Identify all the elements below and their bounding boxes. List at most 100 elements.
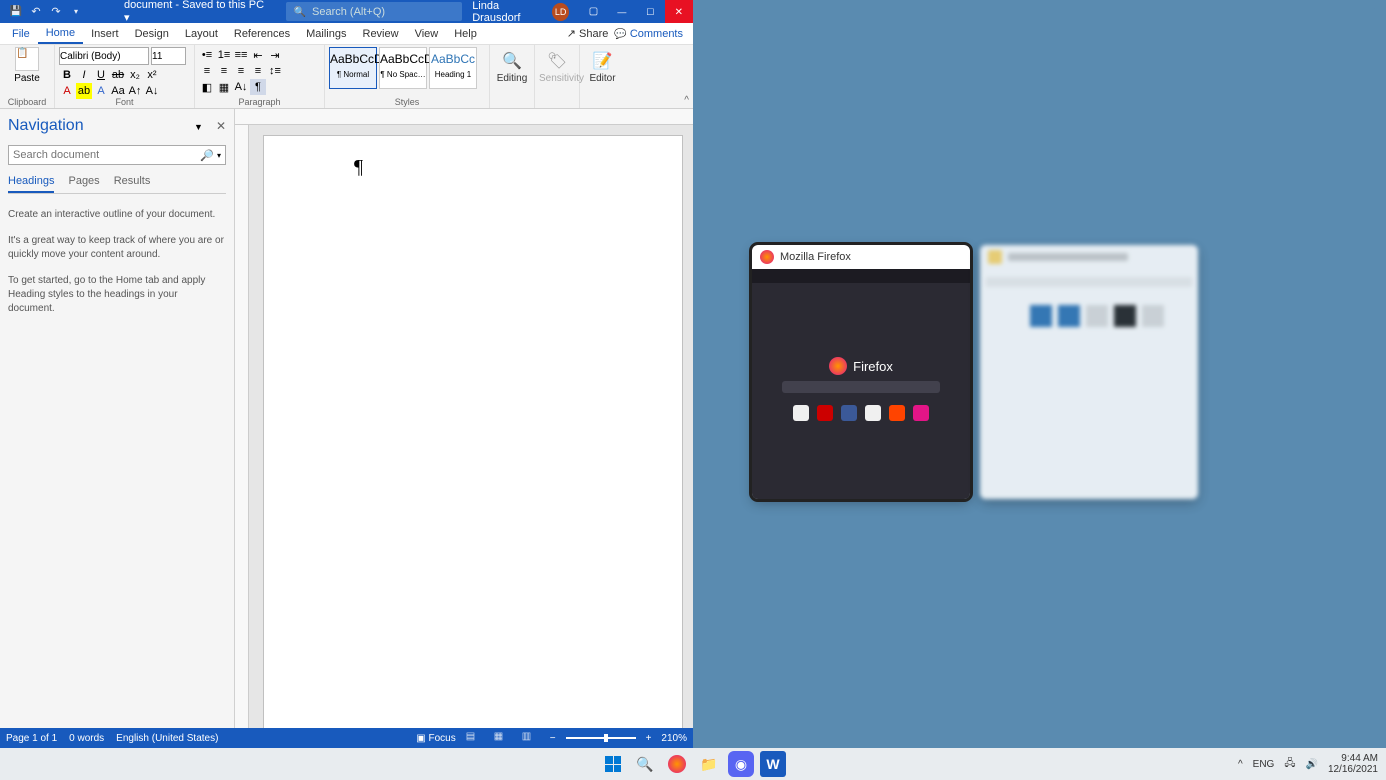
tab-help[interactable]: Help bbox=[446, 25, 485, 43]
ribbon-display-button[interactable]: ▢ bbox=[579, 0, 607, 23]
zoom-slider[interactable] bbox=[566, 737, 636, 739]
decrease-indent-button[interactable]: ⇤ bbox=[250, 47, 266, 63]
taskbar-firefox[interactable] bbox=[664, 751, 690, 777]
tray-language[interactable]: ENG bbox=[1253, 759, 1275, 770]
ribbon-group-editor[interactable]: 📝 Editor bbox=[580, 45, 625, 108]
increase-indent-button[interactable]: ⇥ bbox=[267, 47, 283, 63]
align-right-button[interactable]: ≡ bbox=[233, 63, 249, 79]
style-heading-1[interactable]: AaBbCc Heading 1 bbox=[429, 47, 477, 89]
justify-button[interactable]: ≡ bbox=[250, 63, 266, 79]
status-language[interactable]: English (United States) bbox=[116, 733, 218, 744]
vertical-ruler[interactable] bbox=[235, 125, 249, 728]
file-thumb bbox=[1030, 305, 1052, 327]
sort-button[interactable]: A↓ bbox=[233, 79, 249, 95]
style-no-spacing[interactable]: AaBbCcDd ¶ No Spac… bbox=[379, 47, 427, 89]
bullets-button[interactable]: •≡ bbox=[199, 47, 215, 63]
read-mode-button[interactable]: ▤ bbox=[466, 731, 484, 745]
search-box[interactable]: Search (Alt+Q) bbox=[286, 2, 463, 21]
qat-customize-icon[interactable] bbox=[68, 4, 84, 20]
align-left-button[interactable]: ≡ bbox=[199, 63, 215, 79]
nav-tab-pages[interactable]: Pages bbox=[68, 175, 99, 193]
maximize-button[interactable] bbox=[636, 0, 664, 23]
nav-search-field[interactable] bbox=[13, 149, 200, 161]
tray-chevron-icon[interactable]: ^ bbox=[1238, 759, 1243, 770]
document-page[interactable]: ¶ bbox=[263, 135, 683, 728]
italic-button[interactable]: I bbox=[76, 67, 92, 83]
close-button[interactable] bbox=[665, 0, 693, 23]
superscript-button[interactable]: x² bbox=[144, 67, 160, 83]
nav-help-text-1: Create an interactive outline of your do… bbox=[8, 208, 226, 222]
focus-mode-button[interactable]: ▣ Focus bbox=[416, 733, 455, 744]
nav-search-input[interactable]: 🔎▾ bbox=[8, 145, 226, 165]
shading-button[interactable]: ◧ bbox=[199, 79, 215, 95]
subscript-button[interactable]: x₂ bbox=[127, 67, 143, 83]
show-marks-button[interactable]: ¶ bbox=[250, 79, 266, 95]
zoom-in-button[interactable]: + bbox=[646, 733, 652, 744]
bold-button[interactable]: B bbox=[59, 67, 75, 83]
numbering-button[interactable]: 1≡ bbox=[216, 47, 232, 63]
comments-button[interactable]: Comments bbox=[614, 27, 683, 40]
tab-file[interactable]: File bbox=[4, 25, 38, 43]
menubar: File Home Insert Design Layout Reference… bbox=[0, 23, 693, 45]
zoom-out-button[interactable]: − bbox=[550, 733, 556, 744]
nav-tabs: Headings Pages Results bbox=[8, 175, 226, 194]
taskbar-word[interactable]: W bbox=[760, 751, 786, 777]
tray-volume-icon[interactable]: 🔊 bbox=[1305, 759, 1317, 770]
nav-tab-headings[interactable]: Headings bbox=[8, 175, 54, 193]
nav-help-text-3: To get started, go to the Home tab and a… bbox=[8, 274, 226, 316]
paste-button[interactable]: 📋 Paste bbox=[4, 47, 50, 84]
firefox-toolbar bbox=[752, 269, 970, 283]
snap-thumb-explorer[interactable] bbox=[980, 245, 1198, 499]
undo-icon[interactable] bbox=[28, 4, 44, 20]
tab-mailings[interactable]: Mailings bbox=[298, 25, 354, 43]
tab-design[interactable]: Design bbox=[127, 25, 177, 43]
minimize-button[interactable] bbox=[608, 0, 636, 23]
thumb-title-explorer bbox=[980, 245, 1198, 269]
taskbar-explorer[interactable]: 📁 bbox=[696, 751, 722, 777]
collapse-ribbon-button[interactable] bbox=[684, 95, 689, 106]
taskbar-search-button[interactable]: 🔍 bbox=[632, 751, 658, 777]
line-spacing-button[interactable]: ↕≡ bbox=[267, 63, 283, 79]
style-normal[interactable]: AaBbCcDd ¶ Normal bbox=[329, 47, 377, 89]
start-button[interactable] bbox=[600, 751, 626, 777]
status-words[interactable]: 0 words bbox=[69, 733, 104, 744]
tab-insert[interactable]: Insert bbox=[83, 25, 127, 43]
share-button[interactable]: Share bbox=[567, 27, 609, 40]
status-page[interactable]: Page 1 of 1 bbox=[6, 733, 57, 744]
tab-home[interactable]: Home bbox=[38, 24, 83, 44]
nav-close-button[interactable]: ✕ bbox=[216, 119, 226, 133]
font-size-select[interactable] bbox=[151, 47, 186, 65]
ribbon-group-editing[interactable]: 🔍 Editing bbox=[490, 45, 535, 108]
explorer-toolbar bbox=[986, 277, 1192, 287]
align-center-button[interactable]: ≡ bbox=[216, 63, 232, 79]
taskbar-discord[interactable]: ◉ bbox=[728, 751, 754, 777]
borders-button[interactable]: ▦ bbox=[216, 79, 232, 95]
save-icon[interactable] bbox=[8, 4, 24, 20]
horizontal-ruler[interactable] bbox=[235, 109, 693, 125]
zoom-level[interactable]: 210% bbox=[661, 733, 687, 744]
user-account[interactable]: Linda Drausdorf LD bbox=[462, 0, 579, 24]
tab-layout[interactable]: Layout bbox=[177, 25, 226, 43]
tab-review[interactable]: Review bbox=[355, 25, 407, 43]
font-name-select[interactable] bbox=[59, 47, 149, 65]
tray-network-icon[interactable]: 🖧 bbox=[1284, 756, 1295, 773]
web-layout-button[interactable]: ▥ bbox=[522, 731, 540, 745]
nav-tab-results[interactable]: Results bbox=[114, 175, 151, 193]
document-title[interactable]: document - Saved to this PC ▾ bbox=[124, 0, 266, 24]
nav-options-button[interactable]: ▼ bbox=[194, 122, 203, 132]
strike-button[interactable]: ab bbox=[110, 67, 126, 83]
word-window: document - Saved to this PC ▾ Search (Al… bbox=[0, 0, 693, 748]
redo-icon[interactable] bbox=[48, 4, 64, 20]
underline-button[interactable]: U bbox=[93, 67, 109, 83]
tab-view[interactable]: View bbox=[407, 25, 447, 43]
multilevel-button[interactable]: ≡≡ bbox=[233, 47, 249, 63]
topsite-tile bbox=[817, 405, 833, 421]
snap-thumb-firefox[interactable]: Mozilla Firefox Firefox bbox=[752, 245, 970, 499]
zoom-thumb[interactable] bbox=[604, 734, 608, 742]
document-scroll[interactable]: ¶ bbox=[235, 125, 693, 728]
tray-clock[interactable]: 9:44 AM 12/16/2021 bbox=[1328, 753, 1378, 775]
print-layout-button[interactable]: ▦ bbox=[494, 731, 512, 745]
titlebar: document - Saved to this PC ▾ Search (Al… bbox=[0, 0, 693, 23]
tab-references[interactable]: References bbox=[226, 25, 298, 43]
editing-label: Editing bbox=[494, 73, 530, 84]
